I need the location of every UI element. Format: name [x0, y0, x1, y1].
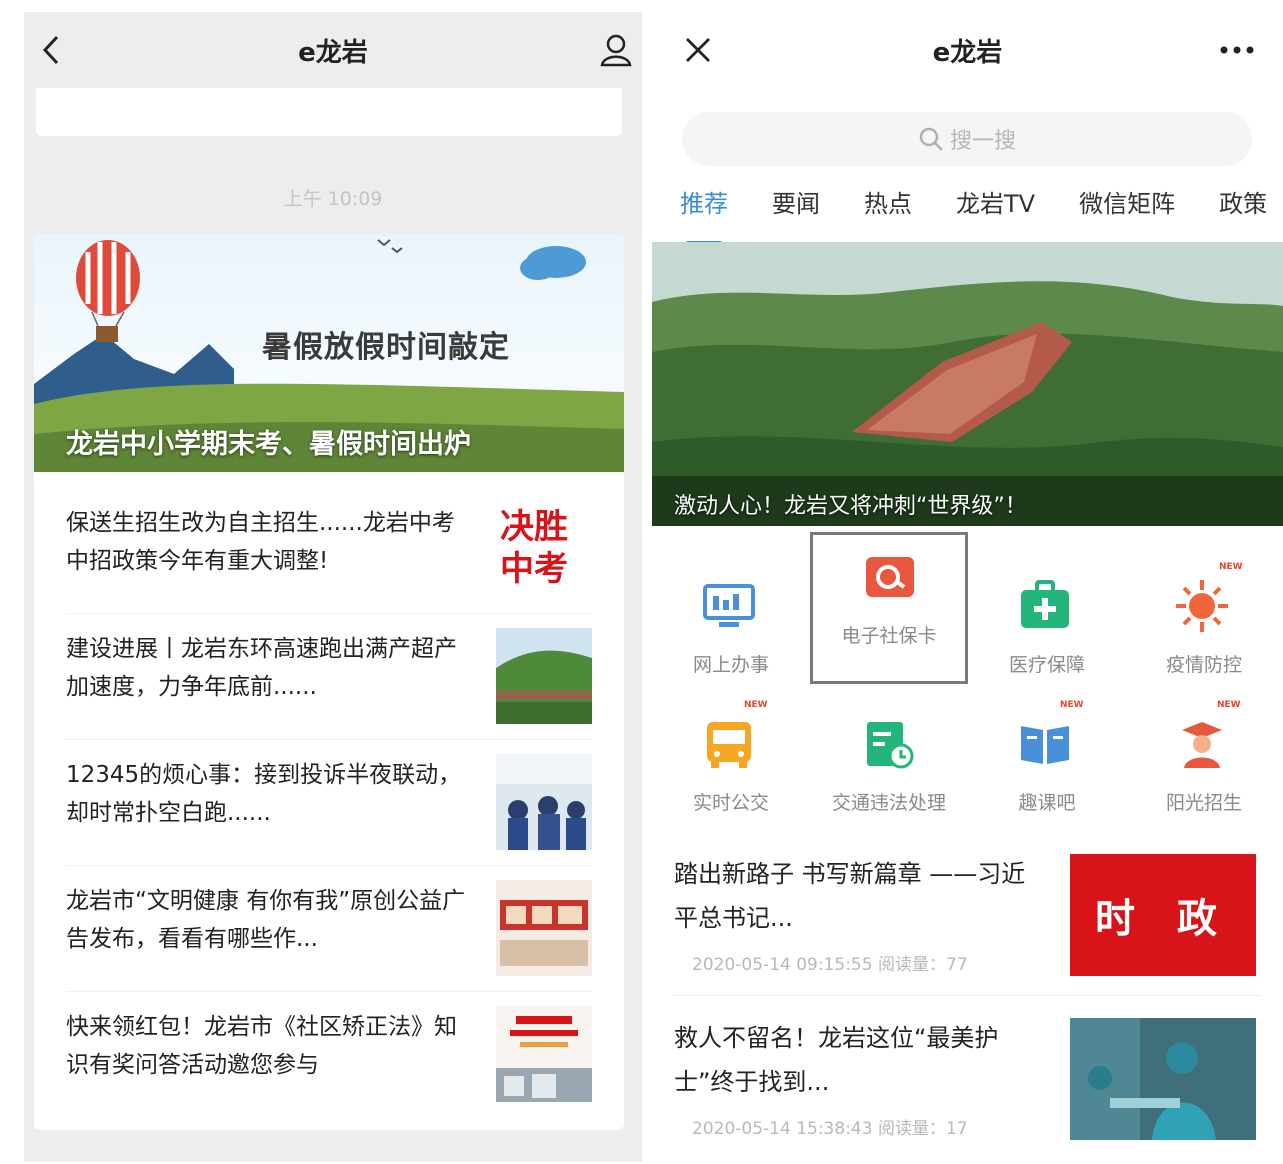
news-item[interactable]: 救人不留名！龙岩这位“最美护士”终于找到... 2020-05-14 15:38…: [652, 996, 1283, 1160]
profile-button[interactable]: [594, 30, 638, 70]
tab-longyan-tv[interactable]: 龙岩TV: [956, 184, 1035, 219]
page-title: e龙岩: [932, 37, 1003, 68]
service-sunshine-enrollment[interactable]: NEW 阳光招生: [1125, 696, 1283, 826]
article-title: 保送生招生改为自主招生......龙岩中考中招政策今年有重大调整!: [66, 510, 455, 574]
book-icon: [1021, 726, 1069, 764]
tab-wechat-matrix[interactable]: 微信矩阵: [1079, 184, 1175, 219]
person-icon: [600, 34, 632, 67]
graduate-icon: [1182, 722, 1222, 768]
hero-article[interactable]: 暑假放假时间敲定 龙岩中小学期末考、暑假时间出炉: [34, 234, 624, 472]
new-badge: NEW: [1060, 700, 1084, 710]
social-card-icon: [866, 557, 914, 597]
article-title: 建设进展丨龙岩东环高速跑出满产超产加速度，力争年底前......: [66, 636, 457, 700]
medical-kit-icon: [1021, 580, 1069, 628]
top-nav-bar: e龙岩: [24, 12, 642, 88]
news-thumbnail: 时 政: [1070, 854, 1256, 976]
article-title: 龙岩市“文明健康 有你有我”原创公益广告发布，看看有哪些作...: [66, 888, 466, 952]
thumbnail-text: 时 政: [1095, 896, 1231, 942]
banner-landscape-image: [652, 242, 1283, 526]
virus-icon: [1176, 580, 1228, 632]
article-thumbnail: [496, 880, 592, 976]
new-badge: NEW: [744, 700, 768, 710]
service-label: 医疗保障: [1008, 654, 1085, 676]
news-meta: 2020-05-14 15:38:43 阅读量：17: [692, 1119, 968, 1139]
list-item[interactable]: 12345的烦心事：接到投诉半夜联动，却时常扑空白跑......: [34, 740, 624, 866]
list-item[interactable]: 保送生招生改为自主招生......龙岩中考中招政策今年有重大调整! 决胜中考: [34, 488, 624, 614]
featured-banner[interactable]: 激动人心！龙岩又将冲刺“世界级”！: [652, 242, 1283, 526]
tab-hot[interactable]: 热点: [864, 184, 912, 219]
category-tabs: 推荐 要闻 热点 龙岩TV 微信矩阵 政策: [680, 184, 1283, 245]
article-thumbnail: [496, 1006, 592, 1102]
right-phone-screen: e龙岩 搜一搜 推荐 要闻 热点 龙岩TV 微信矩阵 政策 激动人心！龙岩又将冲刺“世界级…: [652, 12, 1283, 1162]
service-course-bar[interactable]: NEW 趣课吧: [968, 696, 1126, 826]
new-badge: NEW: [1219, 562, 1243, 572]
news-meta: 2020-05-14 09:15:55 阅读量：77: [692, 955, 968, 975]
close-button[interactable]: [676, 30, 720, 70]
service-label: 网上办事: [692, 654, 769, 676]
article-thumbnail: 决胜中考: [496, 502, 592, 598]
article-thumbnail: [496, 754, 592, 850]
service-e-social-card[interactable]: 电子社保卡: [810, 532, 968, 684]
article-message-card: 暑假放假时间敲定 龙岩中小学期末考、暑假时间出炉 保送生招生改为自主招生....…: [34, 234, 624, 1130]
news-title: 救人不留名！龙岩这位“最美护士”终于找到...: [674, 1024, 999, 1096]
service-label: 电子社保卡: [841, 625, 937, 647]
article-title: 快来领红包！龙岩市《社区矫正法》知识有奖问答活动邀您参与: [66, 1014, 457, 1078]
article-thumbnail: [496, 628, 592, 724]
search-icon: [919, 127, 943, 151]
service-epidemic-control[interactable]: NEW 疫情防控: [1125, 558, 1283, 688]
service-realtime-bus[interactable]: NEW 实时公交: [652, 696, 810, 826]
service-label: 趣课吧: [1018, 792, 1076, 814]
news-item[interactable]: 踏出新路子 书写新篇章 ——习近平总书记... 2020-05-14 09:15…: [652, 832, 1283, 996]
top-nav-bar: e龙岩: [652, 12, 1283, 88]
news-title: 踏出新路子 书写新篇章 ——习近平总书记...: [674, 860, 1026, 932]
more-dots-icon: [1220, 46, 1254, 54]
service-label: 交通违法处理: [831, 792, 946, 814]
back-arrow-icon: [42, 35, 59, 65]
close-icon: [686, 38, 710, 62]
list-item[interactable]: 快来领红包！龙岩市《社区矫正法》知识有奖问答活动邀您参与: [34, 992, 624, 1118]
page-title: e龙岩: [298, 37, 368, 68]
hero-headline: 暑假放假时间敲定: [262, 330, 510, 365]
service-label: 阳光招生: [1165, 792, 1242, 814]
back-button[interactable]: [30, 30, 74, 70]
computer-icon: [703, 584, 755, 627]
tab-policy[interactable]: 政策: [1219, 184, 1267, 219]
message-timestamp: 上午 10:09: [283, 188, 383, 210]
tab-recommend[interactable]: 推荐: [680, 184, 728, 245]
thumbnail-text: 决胜中考: [500, 507, 568, 589]
bus-icon: [707, 722, 751, 768]
search-input[interactable]: 搜一搜: [682, 112, 1252, 166]
news-thumbnail: [1070, 1018, 1256, 1140]
service-online-affairs[interactable]: 网上办事: [652, 558, 810, 688]
service-label: 疫情防控: [1165, 654, 1242, 676]
service-traffic-violation[interactable]: 交通违法处理: [810, 696, 968, 826]
search-placeholder: 搜一搜: [949, 129, 1016, 154]
service-label: 实时公交: [692, 792, 769, 814]
service-medical-insurance[interactable]: 医疗保障: [968, 558, 1126, 688]
traffic-icon: [867, 722, 914, 769]
hero-caption: 龙岩中小学期末考、暑假时间出炉: [66, 429, 471, 460]
left-phone-screen: e龙岩 上午 10:09 暑假放假时间敲定 龙岩中小学期末考、暑假时间出炉 保送…: [24, 12, 642, 1162]
new-badge: NEW: [1217, 700, 1241, 710]
banner-caption: 激动人心！龙岩又将冲刺“世界级”！: [674, 494, 1027, 519]
tab-headlines[interactable]: 要闻: [772, 184, 820, 219]
previous-message-card[interactable]: [36, 88, 622, 136]
service-grid: 网上办事 电子社保卡 医疗保障 NEW 疫情防控 NEW 实时公交 交通违法处理…: [652, 532, 1283, 828]
list-item[interactable]: 龙岩市“文明健康 有你有我”原创公益广告发布，看看有哪些作...: [34, 866, 624, 992]
list-item[interactable]: 建设进展丨龙岩东环高速跑出满产超产加速度，力争年底前......: [34, 614, 624, 740]
more-button[interactable]: [1215, 30, 1259, 70]
article-title: 12345的烦心事：接到投诉半夜联动，却时常扑空白跑......: [66, 762, 462, 826]
